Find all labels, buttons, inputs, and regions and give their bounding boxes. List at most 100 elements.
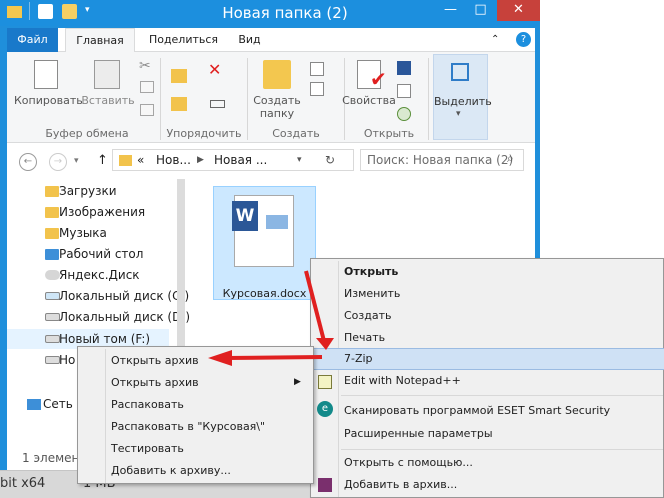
- ribbon: Копировать Вставить ✂ Буфер обмена ✕ Упо…: [7, 52, 535, 143]
- minimize-button[interactable]: —: [437, 0, 464, 21]
- file-name: Курсовая.docx: [222, 287, 307, 300]
- menu-separator: [341, 395, 663, 396]
- select-label: Выделить: [434, 95, 492, 108]
- downloads-icon: [45, 186, 59, 197]
- search-icon[interactable]: ⌕: [507, 151, 514, 166]
- taskbar-bits: bit x64: [0, 476, 46, 491]
- copy-to-icon[interactable]: [171, 97, 187, 111]
- chevron-right-icon[interactable]: ▶: [197, 150, 204, 170]
- paste-icon[interactable]: [94, 60, 120, 89]
- menu-advanced[interactable]: Расширенные параметры: [344, 423, 493, 445]
- help-icon[interactable]: ?: [516, 32, 531, 47]
- menu-open[interactable]: Открыть: [344, 261, 398, 283]
- pictures-icon: [45, 207, 59, 218]
- properties-button[interactable]: Свойства: [337, 94, 401, 107]
- back-button[interactable]: ←: [19, 153, 37, 171]
- submenu-extract[interactable]: Распаковать: [111, 394, 184, 416]
- eset-icon: e: [317, 401, 333, 417]
- sidebar-item-downloads[interactable]: Загрузки: [59, 181, 117, 201]
- tab-share[interactable]: Поделиться: [141, 28, 226, 52]
- new-folder-icon[interactable]: [62, 4, 77, 19]
- nav-scrollbar[interactable]: [177, 179, 185, 363]
- dropdown-arrow-icon[interactable]: ▾: [85, 5, 90, 15]
- sidebar-item-drive-partial[interactable]: Но: [59, 350, 75, 370]
- create-group-label: Создать: [272, 127, 320, 140]
- select-button[interactable]: Выделить ▾: [433, 54, 492, 140]
- new-folder-big-icon[interactable]: [263, 60, 291, 89]
- sidebar-item-music[interactable]: Музыка: [59, 223, 107, 243]
- copy-button[interactable]: Копировать: [14, 94, 83, 107]
- history-icon[interactable]: [397, 107, 411, 121]
- address-bar[interactable]: « Нов... ▶ Новая ... ▾ ↻: [112, 149, 354, 171]
- select-dropdown-icon: ▾: [456, 109, 461, 119]
- refresh-icon[interactable]: ↻: [325, 150, 335, 170]
- select-icon: [451, 63, 469, 81]
- search-input[interactable]: Поиск: Новая папка (2): [360, 149, 524, 171]
- easy-access-icon[interactable]: [310, 82, 324, 96]
- new-folder-button[interactable]: Создать папку: [247, 94, 307, 120]
- rename-icon[interactable]: [210, 100, 225, 108]
- drive-d-icon: [45, 313, 60, 321]
- sidebar-item-pictures[interactable]: Изображения: [59, 202, 145, 222]
- maximize-button[interactable]: □: [467, 0, 494, 21]
- sidebar-item-drive-d[interactable]: Локальный диск (D:): [59, 307, 190, 327]
- 7zip-submenu: Открыть архив Открыть архив ▶ Распаковат…: [77, 346, 314, 484]
- close-button[interactable]: ✕: [497, 0, 540, 21]
- menu-create[interactable]: Создать: [344, 305, 392, 327]
- submenu-add[interactable]: Добавить к архиву...: [111, 460, 231, 482]
- menu-open-with[interactable]: Открыть с помощью...: [344, 452, 473, 474]
- copy-path-icon[interactable]: [140, 81, 154, 93]
- sidebar-item-yandex-disk[interactable]: Яндекс.Диск: [59, 265, 140, 285]
- file-preview-image: [266, 215, 288, 229]
- menu-print[interactable]: Печать: [344, 327, 385, 349]
- drive-c-icon: [45, 292, 60, 300]
- tab-file[interactable]: Файл: [7, 28, 58, 52]
- new-folder-label-line2: папку: [259, 107, 295, 120]
- delete-icon[interactable]: ✕: [208, 60, 221, 79]
- ribbon-collapse-icon[interactable]: ⌃: [491, 34, 499, 45]
- tab-view[interactable]: Вид: [227, 28, 272, 52]
- address-folder-icon: [119, 155, 132, 166]
- title-bar: ▾ Новая папка (2) — □ ✕: [0, 0, 540, 26]
- submenu-extract-to[interactable]: Распаковать в "Курсовая\": [111, 416, 265, 438]
- open-group-label: Открыть: [363, 127, 415, 140]
- organize-group-label: Упорядочить: [166, 127, 242, 140]
- submenu-test[interactable]: Тестировать: [111, 438, 184, 460]
- menu-eset[interactable]: Сканировать программой ESET Smart Securi…: [344, 400, 610, 422]
- new-item-icon[interactable]: [310, 62, 324, 76]
- edit-icon[interactable]: [397, 84, 411, 98]
- paste-shortcut-icon[interactable]: [140, 104, 154, 116]
- winrar-icon: [318, 478, 332, 492]
- breadcrumb-second[interactable]: Новая ...: [214, 150, 267, 170]
- menu-gutter: [338, 261, 339, 497]
- forward-button[interactable]: →: [49, 153, 67, 171]
- address-dropdown-icon[interactable]: ▾: [297, 150, 302, 170]
- breadcrumb-first[interactable]: Нов...: [156, 150, 191, 170]
- paste-button[interactable]: Вставить: [79, 94, 137, 107]
- word-logo-icon: W: [232, 201, 258, 231]
- desktop-icon: [45, 249, 59, 260]
- menu-add-to-archive[interactable]: Добавить в архив...: [344, 474, 457, 496]
- sidebar-item-desktop[interactable]: Рабочий стол: [59, 244, 143, 264]
- file-context-menu: Открыть Изменить Создать Печать 7-Zip Ed…: [310, 258, 664, 498]
- separator: [29, 2, 30, 20]
- new-folder-label-line1: Создать: [253, 94, 301, 107]
- file-item-selected[interactable]: W Курсовая.docx: [213, 186, 316, 300]
- menu-edit[interactable]: Изменить: [344, 283, 400, 305]
- move-to-icon[interactable]: [171, 69, 187, 83]
- cut-icon[interactable]: ✂: [139, 58, 151, 74]
- recent-dropdown-icon[interactable]: ▾: [74, 156, 79, 166]
- tab-home[interactable]: Главная: [65, 28, 135, 52]
- sidebar-item-network[interactable]: Сеть: [43, 394, 73, 414]
- copy-icon[interactable]: [34, 60, 58, 89]
- menu-7zip-label: 7-Zip: [344, 352, 373, 365]
- properties-icon[interactable]: [38, 4, 53, 19]
- submenu-open-archive-sub[interactable]: Открыть архив: [111, 372, 199, 394]
- up-icon[interactable]: ↑: [97, 153, 108, 168]
- menu-notepad[interactable]: Edit with Notepad++: [344, 370, 461, 392]
- sidebar-item-drive-c[interactable]: Локальный диск (C:): [59, 286, 189, 306]
- word-open-icon[interactable]: [397, 61, 411, 75]
- address-overflow[interactable]: «: [137, 150, 144, 170]
- submenu-open-archive[interactable]: Открыть архив: [111, 350, 199, 372]
- notepad-icon: [318, 375, 332, 389]
